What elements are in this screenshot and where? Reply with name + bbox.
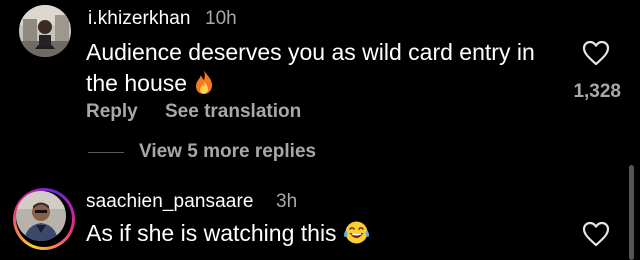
comment-text: As if she is watching this (86, 218, 370, 253)
like-heart-icon[interactable] (582, 221, 610, 252)
comments-panel: i.khizerkhan 10h Audience deserves you a… (0, 0, 640, 260)
story-ring[interactable] (13, 188, 75, 250)
reply-button[interactable]: Reply (86, 101, 138, 123)
laughing-tears-emoji-icon (343, 220, 370, 253)
scrollbar[interactable] (629, 165, 634, 260)
see-translation-button[interactable]: See translation (165, 101, 301, 123)
comment-text: Audience deserves you as wild card entry… (86, 37, 535, 103)
like-count: 1,328 (573, 81, 621, 102)
comment-text-line: Audience deserves you as wild card entry… (86, 39, 535, 65)
view-more-replies-button[interactable]: View 5 more replies (139, 141, 316, 163)
comment-username[interactable]: saachien_pansaare (86, 191, 254, 213)
replies-divider (88, 152, 124, 153)
avatar[interactable] (19, 5, 71, 57)
comment-text-line: the house (86, 70, 188, 96)
comment-username[interactable]: i.khizerkhan (88, 8, 191, 30)
comment-time: 3h (276, 191, 298, 212)
comment-time: 10h (205, 8, 237, 29)
avatar[interactable] (16, 191, 66, 241)
fire-emoji-icon (193, 69, 215, 103)
comment-text-line: As if she is watching this (86, 220, 337, 246)
like-heart-icon[interactable] (582, 40, 610, 71)
